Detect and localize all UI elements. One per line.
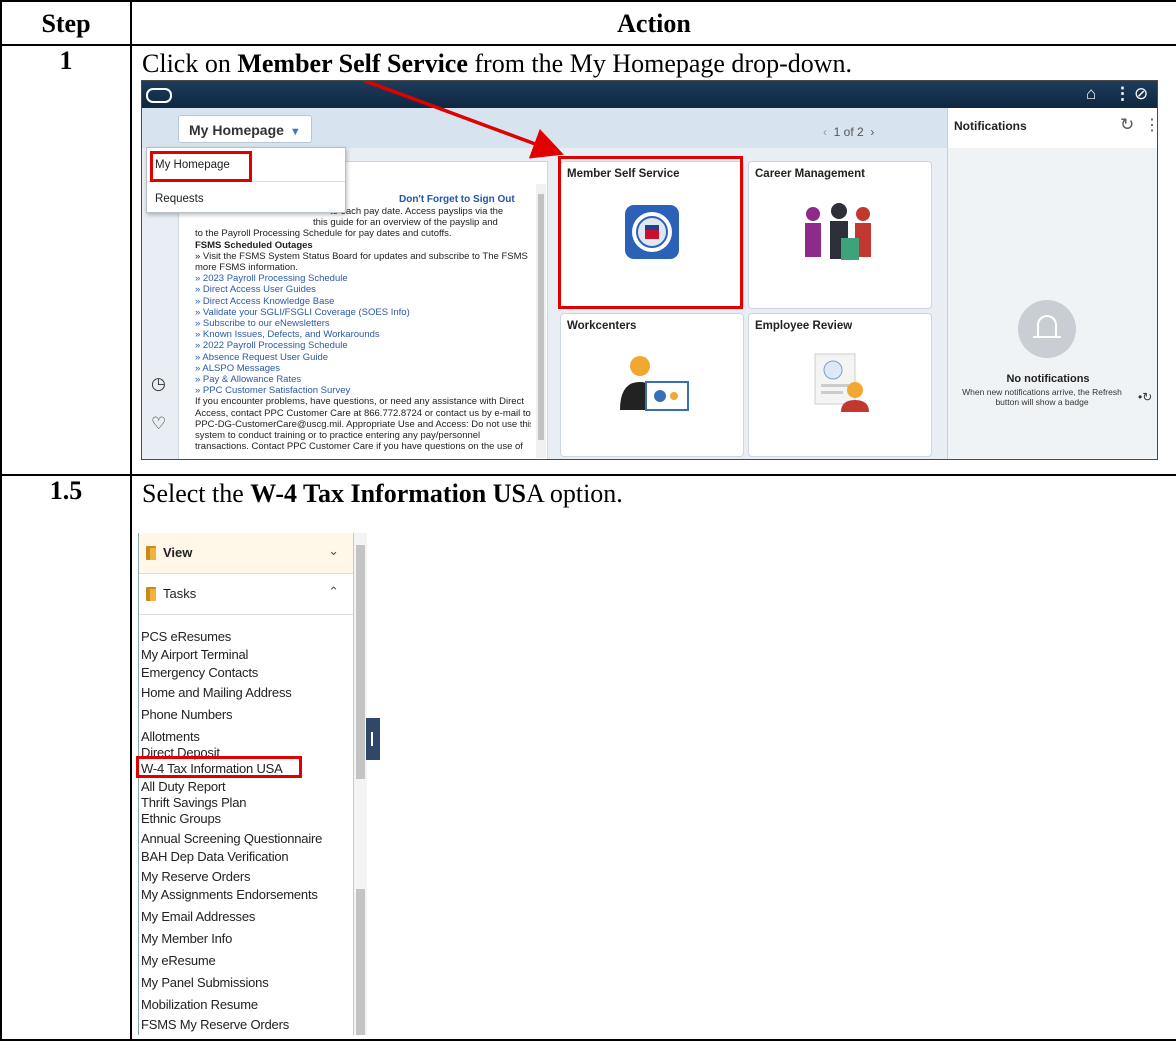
task-item[interactable]: Ethnic Groups <box>141 811 221 826</box>
step-number-1: 1 <box>0 44 132 476</box>
task-item[interactable]: My eResume <box>141 953 216 968</box>
step-number-2: 1.5 <box>0 474 132 1041</box>
homepage-screenshot: ⌂ ⋮ ⊘ My Homepage ▼ ‹ 1 of 2 › ◷ ♡ Don't … <box>141 80 1158 460</box>
task-item[interactable]: Home and Mailing Address <box>141 685 292 700</box>
task-item[interactable]: My Assignments Endorsements <box>141 887 318 902</box>
task-item[interactable]: Allotments <box>141 729 200 744</box>
group-label: View <box>163 545 193 560</box>
instruction-2: Select the W-4 Tax Information USA optio… <box>142 479 623 508</box>
folder-icon <box>146 546 156 560</box>
group-label: Tasks <box>163 586 197 601</box>
task-item[interactable]: My Reserve Orders <box>141 869 250 884</box>
task-item[interactable]: My Member Info <box>141 931 232 946</box>
task-item[interactable]: Annual Screening Questionnaire <box>141 831 322 846</box>
task-item[interactable]: Emergency Contacts <box>141 665 258 680</box>
group-view[interactable]: View ⌄ <box>139 533 353 574</box>
tasks-menu-screenshot: View ⌄ Tasks ⌃ PCS eResumes My Airport Te… <box>138 533 367 1035</box>
task-item[interactable]: BAH Dep Data Verification <box>141 849 289 864</box>
chevron-down-icon: ⌄ <box>328 543 339 558</box>
pointer-arrow <box>360 81 564 159</box>
task-item[interactable]: Mobilization Resume <box>141 997 258 1012</box>
group-tasks[interactable]: Tasks ⌃ <box>139 574 353 615</box>
collapse-handle[interactable] <box>366 718 380 760</box>
task-item[interactable]: My Panel Submissions <box>141 975 269 990</box>
task-item[interactable]: PCS eResumes <box>141 629 231 644</box>
task-item[interactable]: Thrift Savings Plan <box>141 795 247 810</box>
tasks-scrollbar[interactable] <box>353 533 367 1035</box>
step-header: Step <box>0 0 132 46</box>
highlight-w4-tax <box>136 756 302 778</box>
task-item[interactable]: Phone Numbers <box>141 707 233 722</box>
instruction-1: Click on Member Self Service from the My… <box>142 49 853 78</box>
task-item[interactable]: FSMS My Reserve Orders <box>141 1017 289 1032</box>
action-header: Action <box>130 0 1176 46</box>
folder-icon <box>146 587 156 601</box>
chevron-up-icon: ⌃ <box>328 584 339 599</box>
task-item[interactable]: My Airport Terminal <box>141 647 248 662</box>
task-item[interactable]: My Email Addresses <box>141 909 255 924</box>
task-item[interactable]: All Duty Report <box>141 779 226 794</box>
